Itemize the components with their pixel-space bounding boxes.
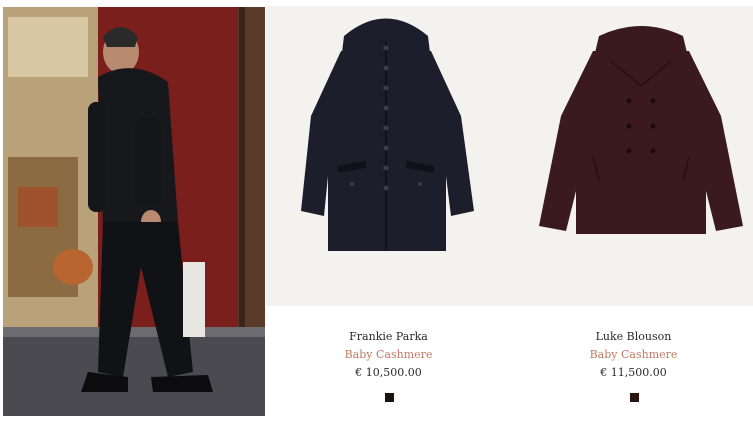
street-photo-illustration	[3, 7, 265, 416]
parka-illustration	[301, 18, 474, 251]
product-image[interactable]	[266, 6, 511, 306]
product-card-frankie-parka[interactable]: Frankie Parka Baby Cashmere € 10,500.00	[266, 6, 511, 416]
product-name[interactable]: Frankie Parka	[266, 330, 511, 343]
product-material: Baby Cashmere	[344, 348, 433, 361]
blouson-illustration	[539, 26, 743, 234]
street-photo	[3, 7, 265, 416]
product-price: € 10,500.00	[355, 366, 422, 379]
product-card-luke-blouson[interactable]: Luke Blouson Baby Cashmere € 11,500.00	[511, 6, 753, 416]
product-price: € 11,500.00	[600, 366, 667, 379]
product-info: Frankie Parka Baby Cashmere € 10,500.00	[266, 306, 511, 416]
product-material: Baby Cashmere	[589, 348, 678, 361]
product-image[interactable]	[511, 6, 753, 306]
product-info: Luke Blouson Baby Cashmere € 11,500.00	[511, 306, 753, 416]
color-swatch[interactable]	[384, 393, 394, 402]
color-swatch[interactable]	[629, 393, 639, 402]
product-name[interactable]: Luke Blouson	[511, 330, 753, 343]
